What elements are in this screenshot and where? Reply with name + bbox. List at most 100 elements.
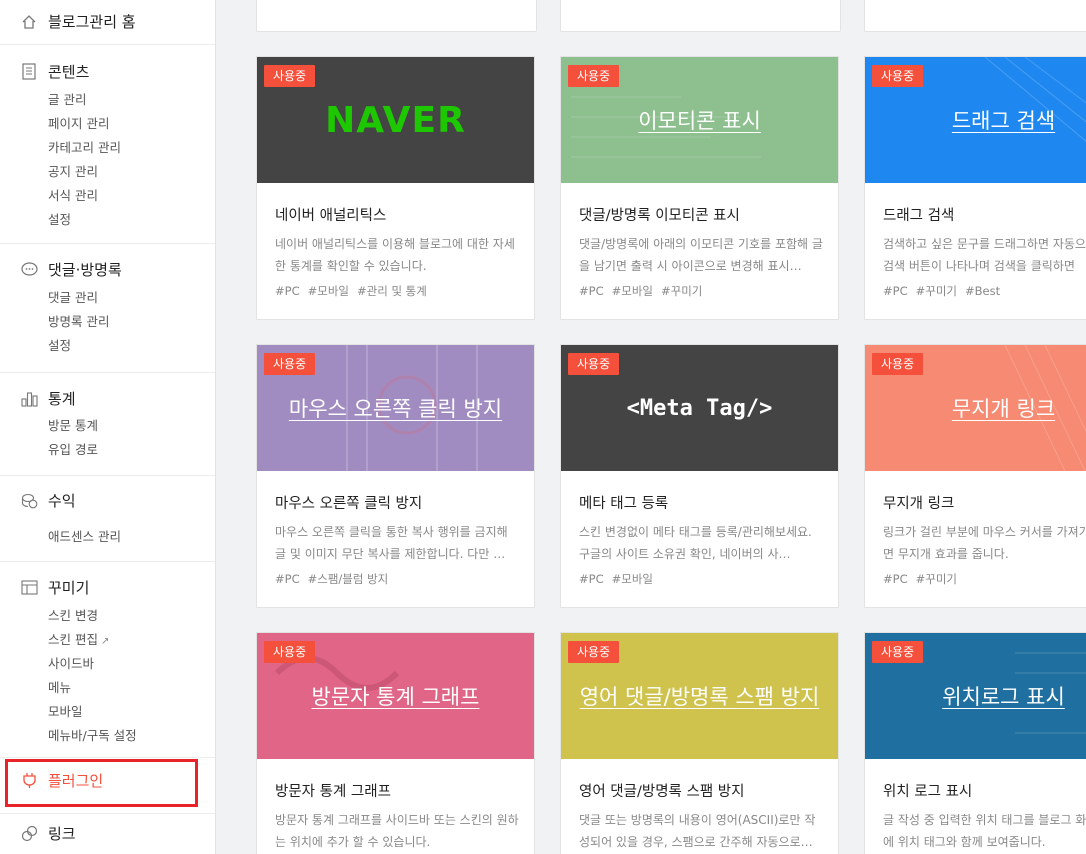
card-thumbnail: 사용중 영어 댓글/방명록 스팸 방지: [561, 633, 838, 759]
tag: #꾸미기: [915, 572, 957, 586]
card-title: 메타 태그 등록: [579, 496, 669, 512]
card-stub: [864, 0, 1086, 32]
in-use-badge: 사용중: [264, 641, 316, 663]
external-link-icon: ↗: [100, 636, 110, 647]
sidebar-item-referrer[interactable]: 유입 경로: [48, 439, 98, 458]
sidebar-section-comments: 댓글·방명록 댓글 관리 방명록 관리 설정: [0, 244, 215, 373]
sidebar-head-stats[interactable]: 통계: [20, 388, 76, 409]
card-stub: [560, 0, 841, 32]
sidebar-item-skin-edit[interactable]: 스킨 편집 ↗: [48, 629, 109, 648]
card-thumbnail: 사용중 위치로그 표시: [865, 633, 1086, 759]
in-use-badge: 사용중: [264, 65, 316, 87]
in-use-badge: 사용중: [568, 641, 620, 663]
sidebar-section-title: 댓글·방명록: [48, 261, 122, 279]
card-description: 글 작성 중 입력한 위치 태그를 블로그 화면에 위치 태그와 함께 보여줍니…: [883, 813, 1086, 849]
tag: #스팸/블럼 방지: [307, 572, 389, 586]
sidebar-item-adsense[interactable]: 애드센스 관리: [48, 526, 121, 545]
sidebar-home[interactable]: 블로그관리 홈: [0, 0, 215, 45]
sidebar-head-link[interactable]: 링크: [20, 823, 76, 844]
sidebar-item-notice-manage[interactable]: 공지 관리: [48, 161, 98, 180]
sidebar-section-title: 콘텐츠: [48, 63, 90, 81]
sidebar-item-sidebar[interactable]: 사이드바: [48, 653, 94, 672]
plugin-highlight-box: [5, 759, 198, 807]
sidebar-section-title: 수익: [48, 492, 76, 510]
sidebar-item-comments-settings[interactable]: 설정: [48, 335, 71, 354]
sidebar-section-customize: 꾸미기 스킨 변경 스킨 편집 ↗ 사이드바 메뉴 모바일 메뉴바/구독 설정: [0, 562, 215, 758]
in-use-badge: 사용중: [568, 353, 620, 375]
sidebar-item-post-manage[interactable]: 글 관리: [48, 89, 86, 108]
bar-chart-icon: [20, 390, 38, 408]
sidebar-item-menubar-settings[interactable]: 메뉴바/구독 설정: [48, 725, 137, 744]
card-thumbnail: 사용중 방문자 통계 그래프: [257, 633, 534, 759]
tag: #꾸미기: [915, 284, 957, 298]
card-description: 검색하고 싶은 문구를 드래그하면 자동으로 검색 버튼이 나타나며 검색을 클…: [883, 237, 1086, 273]
home-icon: [20, 13, 38, 31]
sidebar-head-comments[interactable]: 댓글·방명록: [20, 259, 122, 280]
card-description: 네이버 애널리틱스를 이용해 블로그에 대한 자세한 통계를 확인할 수 있습니…: [275, 237, 515, 273]
card-tags: #PC #모바일: [579, 571, 661, 587]
sidebar-head-customize[interactable]: 꾸미기: [20, 577, 89, 598]
sidebar-item-contents-settings[interactable]: 설정: [48, 209, 71, 228]
sidebar-item-template-manage[interactable]: 서식 관리: [48, 185, 98, 204]
card-tags: #PC #모바일 #꾸미기: [579, 283, 710, 299]
tag: #관리 및 통계: [357, 284, 427, 298]
card-thumbnail: 사용중 이모티콘 표시: [561, 57, 838, 183]
sidebar-section-revenue: 수익 애드센스 관리: [0, 476, 215, 562]
sidebar-item-guestbook-manage[interactable]: 방명록 관리: [48, 311, 109, 330]
plugin-card-emoticon[interactable]: 사용중 이모티콘 표시 댓글/방명록 이모티콘 표시 댓글/방명록에 아래의 이…: [560, 56, 839, 320]
plugin-card-visitor-graph[interactable]: 사용중 방문자 통계 그래프 방문자 통계 그래프 방문자 통계 그래프를 사이…: [256, 632, 535, 854]
card-thumbnail: 사용중 드래그 검색: [865, 57, 1086, 183]
coins-icon: [20, 492, 38, 510]
sidebar-item-skin-edit-label: 스킨 편집: [48, 632, 98, 647]
card-title: 드래그 검색: [883, 208, 955, 224]
in-use-badge: 사용중: [264, 353, 316, 375]
tag: #PC: [579, 284, 604, 298]
layout-icon: [20, 579, 38, 597]
plugin-card-right-click-block[interactable]: 사용중 마우스 오른쪽 클릭 방지 마우스 오른쪽 클릭 방지 마우스 오른쪽 …: [256, 344, 535, 608]
plugin-card-drag-search[interactable]: 사용중 드래그 검색 드래그 검색 검색하고 싶은 문구를 드래그하면 자동으로…: [864, 56, 1086, 320]
card-description: 방문자 통계 그래프를 사이드바 또는 스킨의 원하는 위치에 추가 할 수 있…: [275, 813, 519, 849]
link-icon: [20, 825, 38, 843]
tag: #Best: [965, 284, 1001, 298]
tag: #모바일: [611, 284, 653, 298]
tag: #모바일: [307, 284, 349, 298]
card-thumbnail: 사용중 마우스 오른쪽 클릭 방지: [257, 345, 534, 471]
card-title: 댓글/방명록 이모티콘 표시: [579, 208, 740, 224]
card-description: 댓글/방명록에 아래의 이모티콘 기호를 포함해 글을 남기면 출력 시 아이콘…: [579, 237, 823, 273]
sidebar-section-title: 통계: [48, 390, 76, 408]
document-icon: [20, 63, 38, 81]
sidebar-section-link: 링크: [0, 814, 215, 854]
card-tags: #PC #꾸미기 #Best: [883, 283, 1008, 299]
card-title: 방문자 통계 그래프: [275, 784, 391, 800]
card-title: 마우스 오른쪽 클릭 방지: [275, 496, 423, 512]
sidebar-item-mobile[interactable]: 모바일: [48, 701, 83, 720]
tag: #꾸미기: [661, 284, 703, 298]
in-use-badge: 사용중: [872, 641, 924, 663]
sidebar-head-contents[interactable]: 콘텐츠: [20, 61, 89, 82]
sidebar-item-comment-manage[interactable]: 댓글 관리: [48, 287, 98, 306]
card-title: 무지개 링크: [883, 496, 955, 512]
tag: #PC: [883, 284, 908, 298]
sidebar-item-menu[interactable]: 메뉴: [48, 677, 71, 696]
card-stub: [256, 0, 537, 32]
sidebar-section-title: 꾸미기: [48, 579, 90, 597]
sidebar-section-contents: 콘텐츠 글 관리 페이지 관리 카테고리 관리 공지 관리 서식 관리 설정: [0, 45, 215, 244]
plugin-card-english-spam-block[interactable]: 사용중 영어 댓글/방명록 스팸 방지 영어 댓글/방명록 스팸 방지 댓글 또…: [560, 632, 839, 854]
plugin-card-naver-analytics[interactable]: 사용중 NAVER 네이버 애널리틱스 네이버 애널리틱스를 이용해 블로그에 …: [256, 56, 535, 320]
plugin-card-meta-tag[interactable]: 사용중 <Meta Tag/> 메타 태그 등록 스킨 변경없이 메타 태그를 …: [560, 344, 839, 608]
plugin-card-rainbow-link[interactable]: 사용중 무지개 링크 무지개 링크 링크가 걸린 부분에 마우스 커서를 가져가…: [864, 344, 1086, 608]
card-thumbnail: 사용중 무지개 링크: [865, 345, 1086, 471]
sidebar-head-revenue[interactable]: 수익: [20, 490, 76, 511]
sidebar-item-page-manage[interactable]: 페이지 관리: [48, 113, 109, 132]
card-tags: #PC #모바일 #관리 및 통계: [275, 283, 435, 299]
sidebar-item-visit-stats[interactable]: 방문 통계: [48, 415, 98, 434]
card-title: 위치 로그 표시: [883, 784, 973, 800]
tag: #PC: [275, 284, 300, 298]
sidebar-home-label: 블로그관리 홈: [48, 13, 136, 31]
plugin-card-location-log[interactable]: 사용중 위치로그 표시 위치 로그 표시 글 작성 중 입력한 위치 태그를 블…: [864, 632, 1086, 854]
sidebar-item-skin-change[interactable]: 스킨 변경: [48, 605, 98, 624]
sidebar-item-category-manage[interactable]: 카테고리 관리: [48, 137, 121, 156]
tag: #모바일: [611, 572, 653, 586]
in-use-badge: 사용중: [872, 353, 924, 375]
card-thumbnail: 사용중 NAVER: [257, 57, 534, 183]
